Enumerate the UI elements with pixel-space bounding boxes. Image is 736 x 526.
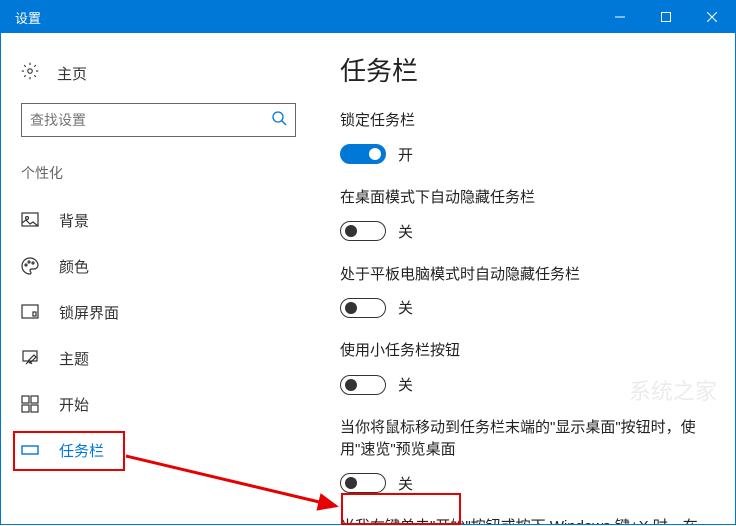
setting-label: 当你将鼠标移动到任务栏末端的"显示桌面"按钮时，使用"速览"预览桌面 [340,417,711,461]
toggle-switch[interactable] [340,298,386,318]
titlebar: 设置 [1,1,735,33]
gear-icon [21,62,39,84]
setting-lock-taskbar: 锁定任务栏 开 [340,110,711,165]
toggle-state: 关 [398,297,413,318]
search-icon [271,110,287,131]
picture-icon [21,211,39,229]
toggle-switch[interactable] [340,221,386,241]
setting-label: 当我右键单击"开始"按钮或按下 Windows 键+X 时，在菜单中将命令提示符… [340,516,711,525]
toggle-state: 关 [398,221,413,242]
close-button[interactable] [689,1,735,33]
sidebar-item-lockscreen[interactable]: 锁屏界面 [1,289,316,335]
toggle-switch[interactable] [340,144,386,164]
sidebar-item-taskbar[interactable]: 任务栏 [1,427,316,473]
theme-icon [21,349,39,367]
palette-icon [21,257,39,275]
setting-peek-preview: 当你将鼠标移动到任务栏末端的"显示桌面"按钮时，使用"速览"预览桌面 关 [340,417,711,494]
nav-label: 颜色 [59,256,89,277]
toggle-switch[interactable] [340,473,386,493]
toggle-state: 关 [398,374,413,395]
sidebar-item-colors[interactable]: 颜色 [1,243,316,289]
minimize-button[interactable] [597,1,643,33]
category-label: 个性化 [1,153,316,197]
nav-label: 任务栏 [59,440,104,461]
setting-label: 锁定任务栏 [340,110,711,132]
taskbar-icon [21,441,39,459]
page-title: 任务栏 [340,51,711,88]
setting-powershell: 当我右键单击"开始"按钮或按下 Windows 键+X 时，在菜单中将命令提示符… [340,516,711,525]
window-controls [597,1,735,33]
setting-label: 处于平板电脑模式时自动隐藏任务栏 [340,264,711,286]
toggle-state: 关 [398,473,413,494]
toggle-state: 开 [398,144,413,165]
lockscreen-icon [21,303,39,321]
main-panel: 任务栏 锁定任务栏 开 在桌面模式下自动隐藏任务栏 关 处于平板电脑模式时自动隐… [316,33,735,524]
content-area: 主页 个性化 背景 颜色 锁屏界面 [1,33,735,524]
setting-small-buttons: 使用小任务栏按钮 关 [340,340,711,395]
sidebar-item-themes[interactable]: 主题 [1,335,316,381]
maximize-button[interactable] [643,1,689,33]
sidebar: 主页 个性化 背景 颜色 锁屏界面 [1,33,316,524]
setting-autohide-tablet: 处于平板电脑模式时自动隐藏任务栏 关 [340,264,711,319]
search-input[interactable] [30,112,271,128]
setting-label: 在桌面模式下自动隐藏任务栏 [340,187,711,209]
search-box[interactable] [21,103,296,137]
sidebar-item-background[interactable]: 背景 [1,197,316,243]
setting-label: 使用小任务栏按钮 [340,340,711,362]
home-link[interactable]: 主页 [1,51,316,95]
setting-autohide-desktop: 在桌面模式下自动隐藏任务栏 关 [340,187,711,242]
nav-label: 背景 [59,210,89,231]
nav-label: 主题 [59,348,89,369]
start-icon [21,395,39,413]
window-title: 设置 [15,8,597,27]
sidebar-item-start[interactable]: 开始 [1,381,316,427]
home-label: 主页 [57,63,87,84]
toggle-switch[interactable] [340,375,386,395]
nav-label: 开始 [59,394,89,415]
nav-label: 锁屏界面 [59,302,119,323]
